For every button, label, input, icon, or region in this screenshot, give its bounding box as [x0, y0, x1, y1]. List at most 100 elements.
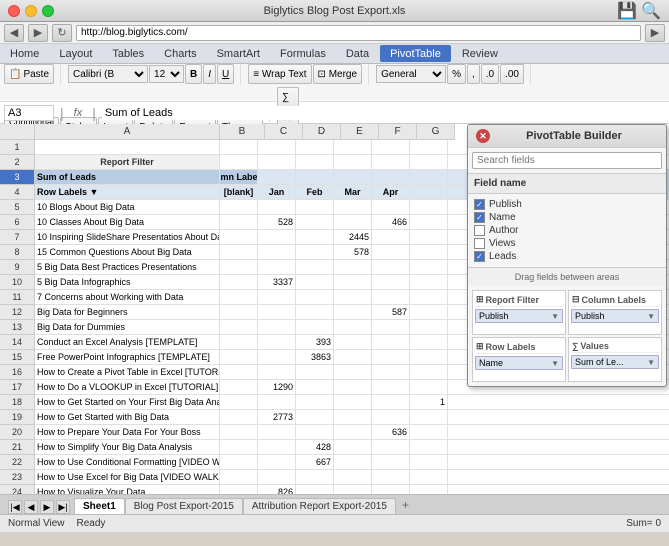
tab-layout[interactable]: Layout — [49, 44, 102, 63]
row-num-20[interactable]: 20 — [0, 425, 35, 440]
pivot-search-input[interactable] — [472, 152, 662, 169]
row-num-8[interactable]: 8 — [0, 245, 35, 260]
row-num-11[interactable]: 11 — [0, 290, 35, 305]
pivot-field-publish[interactable]: ✓ Publish — [472, 198, 662, 211]
wrap-text-button[interactable]: ≡ Wrap Text — [248, 64, 311, 84]
tab-charts[interactable]: Charts — [154, 44, 206, 63]
underline-button[interactable]: U — [217, 64, 234, 84]
window-controls[interactable] — [8, 5, 54, 17]
row-num-18[interactable]: 18 — [0, 395, 35, 410]
pivot-field-views[interactable]: Views — [472, 237, 662, 250]
publish-checkbox[interactable]: ✓ — [474, 199, 485, 210]
pivot-close-button[interactable]: ✕ — [476, 129, 490, 143]
report-filter-item-publish[interactable]: Publish ▼ — [475, 309, 563, 323]
tab-smartart[interactable]: SmartArt — [207, 44, 270, 63]
publish-filter-gear[interactable]: ▼ — [551, 312, 559, 321]
column-labels-item-publish[interactable]: Publish ▼ — [571, 309, 659, 323]
row-labels-item-name[interactable]: Name ▼ — [475, 356, 563, 370]
normal-view-button[interactable]: Normal View — [8, 518, 65, 529]
row-num-3[interactable]: 3 — [0, 170, 35, 185]
decrease-decimal-button[interactable]: .00 — [500, 64, 524, 84]
publish-col-gear[interactable]: ▼ — [647, 312, 655, 321]
sum-button[interactable]: ∑ — [277, 87, 299, 107]
col-header-C[interactable]: C — [265, 124, 303, 140]
maximize-button[interactable] — [42, 5, 54, 17]
tab-pivottable[interactable]: PivotTable — [380, 45, 451, 62]
increase-decimal-button[interactable]: .0 — [481, 64, 499, 84]
formula-input[interactable] — [102, 106, 665, 120]
sheet-nav-last[interactable]: ▶| — [56, 500, 70, 514]
tab-tables[interactable]: Tables — [102, 44, 154, 63]
pivot-field-name[interactable]: ✓ Name — [472, 211, 662, 224]
row-num-6[interactable]: 6 — [0, 215, 35, 230]
close-button[interactable] — [8, 5, 20, 17]
tab-review[interactable]: Review — [452, 44, 508, 63]
italic-button[interactable]: I — [203, 64, 216, 84]
tab-formulas[interactable]: Formulas — [270, 44, 336, 63]
comma-button[interactable]: , — [467, 64, 480, 84]
leads-value-gear[interactable]: ▼ — [647, 358, 655, 367]
add-sheet-button[interactable]: + — [396, 496, 415, 514]
font-size-selector[interactable]: 12 — [149, 65, 184, 83]
row-num-13[interactable]: 13 — [0, 320, 35, 335]
name-row-gear[interactable]: ▼ — [551, 359, 559, 368]
pivot-field-leads[interactable]: ✓ Leads — [472, 250, 662, 263]
col-header-G[interactable]: G — [417, 124, 455, 140]
row-num-7[interactable]: 7 — [0, 230, 35, 245]
url-input[interactable] — [76, 25, 641, 41]
row-num-1[interactable]: 1 — [0, 140, 35, 155]
col-header-D[interactable]: D — [303, 124, 341, 140]
name-checkbox[interactable]: ✓ — [474, 212, 485, 223]
minimize-button[interactable] — [25, 5, 37, 17]
sheet-tab-2[interactable]: Blog Post Export-2015 — [125, 498, 243, 514]
go-button[interactable]: ▶ — [645, 24, 665, 42]
row-num-22[interactable]: 22 — [0, 455, 35, 470]
row-num-19[interactable]: 19 — [0, 410, 35, 425]
row-labels-header: ⊞ Row Labels — [475, 340, 563, 354]
rows-icon: ⊞ — [476, 341, 484, 352]
field-name-label: Name — [489, 212, 516, 223]
formula-divider: | — [58, 105, 66, 121]
bold-button[interactable]: B — [185, 64, 202, 84]
row-num-2[interactable]: 2 — [0, 155, 35, 170]
row-num-24[interactable]: 24 — [0, 485, 35, 494]
sheet-nav-first[interactable]: |◀ — [8, 500, 22, 514]
sheet-tab-3[interactable]: Attribution Report Export-2015 — [243, 498, 396, 514]
tab-data[interactable]: Data — [336, 44, 379, 63]
col-header-B[interactable]: B — [220, 124, 265, 140]
merge-button[interactable]: ⊡ Merge — [313, 64, 363, 84]
col-header-E[interactable]: E — [341, 124, 379, 140]
leads-checkbox[interactable]: ✓ — [474, 251, 485, 262]
row-num-12[interactable]: 12 — [0, 305, 35, 320]
reload-button[interactable]: ↻ — [52, 24, 72, 42]
row-num-17[interactable]: 17 — [0, 380, 35, 395]
col-header-A[interactable]: A — [35, 124, 220, 140]
tab-home[interactable]: Home — [0, 44, 49, 63]
row-num-16[interactable]: 16 — [0, 365, 35, 380]
row-num-9[interactable]: 9 — [0, 260, 35, 275]
row-num-10[interactable]: 10 — [0, 275, 35, 290]
views-checkbox[interactable] — [474, 238, 485, 249]
pivot-field-author[interactable]: Author — [472, 224, 662, 237]
sheet-tab-1[interactable]: Sheet1 — [74, 498, 125, 514]
forward-button[interactable]: ▶ — [28, 24, 48, 42]
row-num-23[interactable]: 23 — [0, 470, 35, 485]
back-button[interactable]: ◀ — [4, 24, 24, 42]
row-num-14[interactable]: 14 — [0, 335, 35, 350]
author-checkbox[interactable] — [474, 225, 485, 236]
sheet-nav-prev[interactable]: ◀ — [24, 500, 38, 514]
pivot-area-column-labels: ⊟ Column Labels Publish ▼ — [568, 290, 662, 335]
sheet-nav-next[interactable]: ▶ — [40, 500, 54, 514]
col-header-F[interactable]: F — [379, 124, 417, 140]
values-item-leads[interactable]: Sum of Le... ▼ — [571, 355, 659, 369]
row-num-15[interactable]: 15 — [0, 350, 35, 365]
font-selector[interactable]: Calibri (B — [68, 65, 148, 83]
number-format-selector[interactable]: General — [376, 65, 446, 83]
row-num-5[interactable]: 5 — [0, 200, 35, 215]
row-num-21[interactable]: 21 — [0, 440, 35, 455]
row-num-4[interactable]: 4 — [0, 185, 35, 200]
paste-button[interactable]: 📋 Paste — [4, 64, 54, 84]
window-title: Biglytics Blog Post Export.xls — [264, 5, 406, 17]
percent-button[interactable]: % — [447, 64, 466, 84]
cell-reference[interactable] — [4, 105, 54, 121]
